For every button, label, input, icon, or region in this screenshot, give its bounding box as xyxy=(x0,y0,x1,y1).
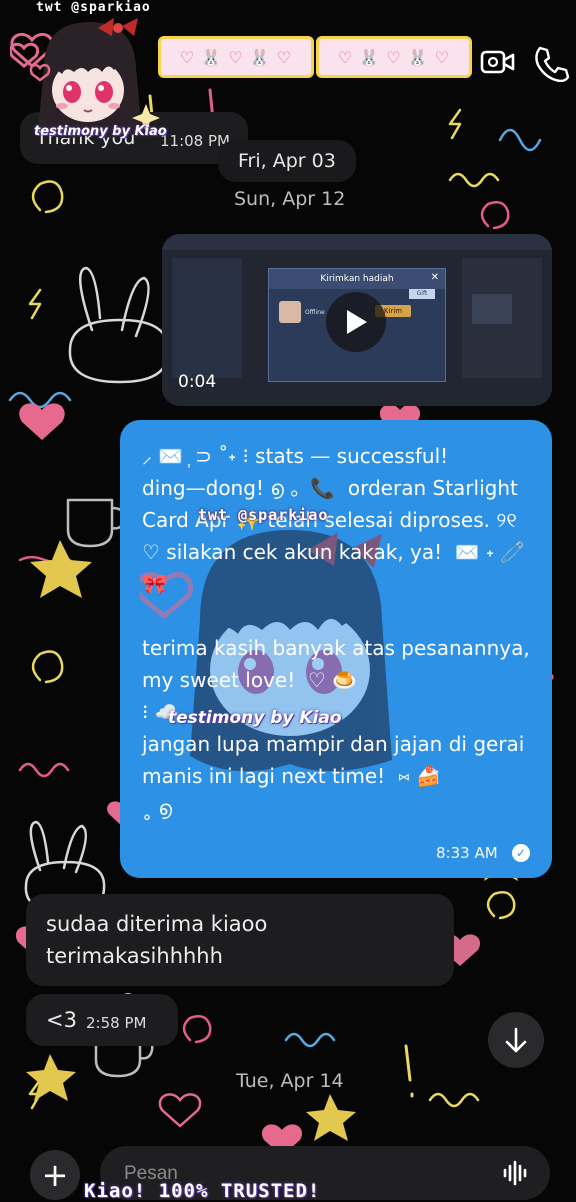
message-time: 8:33 AM xyxy=(436,844,498,862)
heart-strip-decoration: ♡ 🐰 ♡ 🐰 ♡ xyxy=(316,36,472,78)
dialog-tab: Gift xyxy=(409,289,435,299)
message-time: 11:08 PM xyxy=(160,132,230,150)
read-check-icon: ✓ xyxy=(512,844,530,862)
waveform-mic-icon[interactable] xyxy=(500,1158,530,1188)
phone-call-button[interactable] xyxy=(530,42,570,83)
watermark-testimony: testimony by Kiao xyxy=(34,124,167,139)
trusted-watermark: Kiao! 100% TRUSTED! xyxy=(84,1180,321,1202)
arrow-down-icon xyxy=(505,1027,527,1053)
play-icon xyxy=(347,310,367,334)
watermark-testimony: testimony by Kiao xyxy=(168,708,342,728)
message-time: 2:58 PM xyxy=(86,1014,147,1032)
video-call-button[interactable] xyxy=(478,42,518,82)
dialog-title: Kirimkan hadiah xyxy=(269,269,445,289)
watermark-handle: twt @sparkiao xyxy=(198,506,329,524)
dialog-status: Offline xyxy=(305,309,325,316)
close-icon: ✕ xyxy=(430,272,439,283)
message-text: <3 xyxy=(46,1008,77,1032)
date-separator: Sun, Apr 12 xyxy=(234,188,346,210)
date-separator: Tue, Apr 14 xyxy=(236,1070,344,1092)
play-button[interactable] xyxy=(326,292,386,352)
video-camera-icon xyxy=(480,50,515,74)
incoming-message-bubble[interactable]: <3 2:58 PM xyxy=(26,994,178,1046)
message-text: sudaa diterima kiaoo terimakasihhhhh xyxy=(46,912,268,968)
watermark-handle: twt @sparkiao xyxy=(36,0,151,15)
plus-icon: + xyxy=(41,1156,69,1194)
avatar xyxy=(279,301,301,323)
incoming-message-bubble[interactable]: sudaa diterima kiaoo terimakasihhhhh xyxy=(26,894,454,986)
outgoing-message-text: ⸝ ✉️ ᷂ ⊃ ˚˖ ⁝ stats — successful! ding—d… xyxy=(142,444,530,820)
date-separator: Fri, Apr 03 xyxy=(218,140,356,182)
video-duration: 0:04 xyxy=(178,372,217,392)
heart-strip-decoration: ♡ 🐰 ♡ 🐰 ♡ xyxy=(158,36,314,78)
attach-button[interactable]: + xyxy=(30,1150,80,1200)
scroll-to-bottom-button[interactable] xyxy=(488,1012,544,1068)
phone-icon xyxy=(535,46,570,83)
